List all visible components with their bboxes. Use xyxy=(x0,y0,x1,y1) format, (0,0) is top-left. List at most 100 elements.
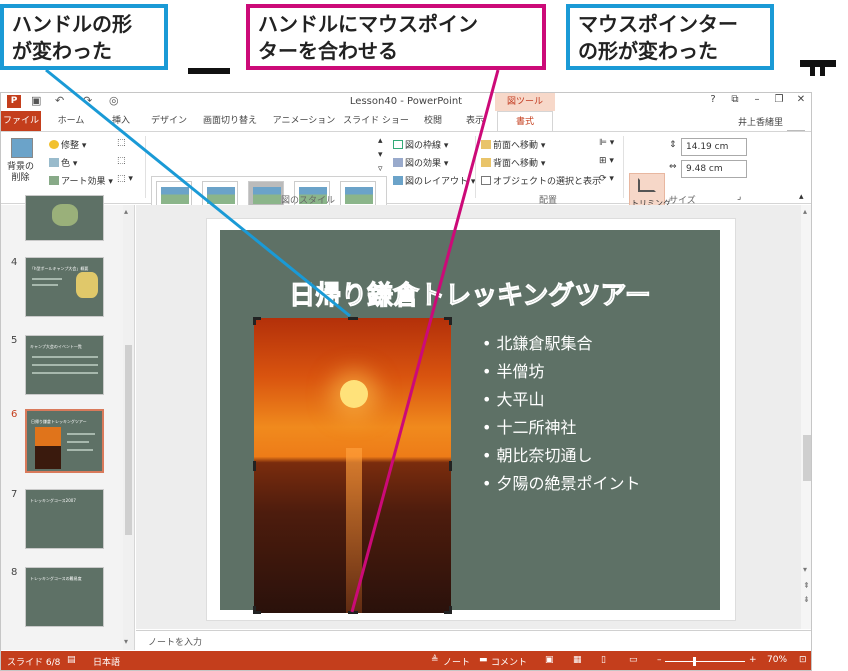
comments-button[interactable]: コメント xyxy=(491,655,527,668)
gallery-scroll-up-icon[interactable]: ▴ xyxy=(378,136,383,146)
tab-slideshow[interactable]: スライド ショー xyxy=(341,111,411,131)
height-icon: ⇕ xyxy=(669,140,677,150)
close-icon[interactable]: ✕ xyxy=(793,94,809,105)
ribbon-display-options-icon[interactable]: ⧉ xyxy=(727,94,743,105)
comments-icon[interactable]: ▬ xyxy=(479,655,488,665)
zoom-slider[interactable] xyxy=(665,661,745,662)
tab-insert[interactable]: 挿入 xyxy=(97,111,145,131)
scroll-thumb[interactable] xyxy=(803,435,811,481)
scroll-up-icon[interactable]: ▴ xyxy=(124,207,128,216)
sun xyxy=(340,380,368,408)
bring-forward-icon xyxy=(481,140,491,149)
tab-animations[interactable]: アニメーション xyxy=(269,111,339,131)
normal-view-icon[interactable]: ▣ xyxy=(545,655,554,665)
help-button[interactable]: ? xyxy=(705,94,721,105)
tab-design[interactable]: デザイン xyxy=(145,111,193,131)
crop-handle-top-left[interactable] xyxy=(253,317,261,325)
tab-review[interactable]: 校閲 xyxy=(413,111,453,131)
bullet-text: 大平山 xyxy=(496,390,545,409)
gallery-scroll-down-icon[interactable]: ▾ xyxy=(378,150,383,160)
height-input[interactable]: 14.19 cm xyxy=(681,138,747,156)
thumbnail-title: 日帰り鎌倉トレッキングツアー xyxy=(31,419,87,424)
zoom-level[interactable]: 70% xyxy=(767,655,787,665)
user-name[interactable]: 井上香緒里 xyxy=(738,115,783,128)
crop-handle-bottom-right[interactable] xyxy=(444,606,452,614)
crop-handle-top[interactable] xyxy=(348,317,358,320)
restore-icon[interactable]: ❐ xyxy=(771,94,787,105)
scroll-thumb[interactable] xyxy=(125,345,132,535)
rotate-icon[interactable]: ⟳ ▾ xyxy=(599,174,614,184)
fit-to-window-icon[interactable]: ⊡ xyxy=(799,655,807,665)
ribbon: 背景の 削除 修整 ▾ 色 ▾ アート効果 ▾ ⬚ ⬚ ⬚ ▾ 調整 ▴ ▾ ▿… xyxy=(1,131,811,225)
slide-thumbnail[interactable]: トレッキングコースの難易度 xyxy=(25,567,104,627)
crop-handle-top-right[interactable] xyxy=(444,317,452,325)
crop-handle-bottom[interactable] xyxy=(348,611,358,614)
slide-thumbnail[interactable]: トレッキングコース2007 xyxy=(25,489,104,549)
selection-pane-button[interactable]: オブジェクトの選択と表示 xyxy=(481,174,601,187)
minimize-icon[interactable]: – xyxy=(749,94,765,105)
language-indicator[interactable]: 日本語 xyxy=(93,655,120,668)
size-dialog-launcher-icon[interactable]: ⌟ xyxy=(737,192,741,202)
reading-view-icon[interactable]: ▯ xyxy=(601,655,606,665)
slide-thumbnail[interactable]: 「h型ポールキャンプ大会」概要 xyxy=(25,257,104,317)
spellcheck-icon[interactable]: ▤ xyxy=(67,655,76,665)
group-icon[interactable]: ⊞ ▾ xyxy=(599,156,614,166)
crop-handle-bottom-left[interactable] xyxy=(253,606,261,614)
tab-home[interactable]: ホーム xyxy=(45,111,97,131)
gallery-more-icon[interactable]: ▿ xyxy=(378,164,383,174)
crop-icon xyxy=(638,178,656,192)
slide-thumbnail[interactable]: キャンプ大会のイベント一覧 xyxy=(25,335,104,395)
zoom-in-icon[interactable]: + xyxy=(749,655,757,665)
thumbnail-image xyxy=(35,427,61,469)
bullet-text: 夕陽の絶景ポイント xyxy=(496,474,641,493)
powerpoint-window: P ▣ ↶ ↷ ◎ Lesson40 - PowerPoint 図ツール ? ⧉… xyxy=(0,92,812,671)
picture-effects-button[interactable]: 図の効果 ▾ xyxy=(393,156,448,169)
tab-file[interactable]: ファイル xyxy=(1,111,41,131)
crop-handle-left[interactable] xyxy=(253,461,256,471)
next-slide-icon[interactable]: ⇟ xyxy=(803,595,810,604)
previous-slide-icon[interactable]: ⇞ xyxy=(803,581,810,590)
collapse-ribbon-icon[interactable]: ▴ xyxy=(799,192,804,202)
thumbnail-scrollbar[interactable]: ▴ ▾ xyxy=(123,205,134,650)
tab-transitions[interactable]: 画面切り替え xyxy=(193,111,267,131)
color-button[interactable]: 色 ▾ xyxy=(49,156,77,169)
bullet-item: • 半僧坊 xyxy=(482,362,545,381)
ribbon-tabs: ファイル ホーム 挿入 デザイン 画面切り替え アニメーション スライド ショー… xyxy=(1,111,811,148)
slide-thumbnail-selected[interactable]: 日帰り鎌倉トレッキングツアー xyxy=(25,409,104,473)
sunset-photo[interactable] xyxy=(253,317,452,614)
slide-thumbnail-3-partial[interactable] xyxy=(25,195,104,241)
width-input[interactable]: 9.48 cm xyxy=(681,160,747,178)
scroll-down-icon[interactable]: ▾ xyxy=(803,565,807,574)
send-backward-button[interactable]: 背面へ移動 ▾ xyxy=(481,156,545,169)
notes-icon[interactable]: ≜ xyxy=(431,655,439,665)
compress-icon[interactable]: ⬚ xyxy=(117,138,126,148)
align-icon[interactable]: ⊫ ▾ xyxy=(599,138,614,148)
remove-background-button[interactable]: 背景の 削除 xyxy=(7,162,34,184)
bring-forward-button[interactable]: 前面へ移動 ▾ xyxy=(481,138,545,151)
bullet-item: • 朝比奈切通し xyxy=(482,446,593,465)
picture-border-button[interactable]: 図の枠線 ▾ xyxy=(393,138,448,151)
corrections-button[interactable]: 修整 ▾ xyxy=(49,138,86,151)
bring-forward-label: 前面へ移動 xyxy=(493,141,539,151)
editor-scrollbar[interactable]: ▴ ▾ ⇞ ⇟ xyxy=(801,205,811,629)
slide-title[interactable]: 日帰り鎌倉トレッキングツアー xyxy=(255,275,685,312)
slideshow-icon[interactable]: ▭ xyxy=(629,655,638,665)
crop-handle-right[interactable] xyxy=(449,461,452,471)
reset-picture-icon[interactable]: ⬚ ▾ xyxy=(117,174,133,184)
sun-icon xyxy=(49,140,59,149)
scroll-down-icon[interactable]: ▾ xyxy=(124,637,128,646)
zoom-out-icon[interactable]: – xyxy=(657,655,662,665)
notes-pane[interactable]: ノートを入力 xyxy=(136,630,811,650)
slide-sorter-icon[interactable]: ▦ xyxy=(573,655,582,665)
zoom-slider-thumb[interactable] xyxy=(693,657,696,666)
notes-button[interactable]: ノート xyxy=(443,655,470,668)
bullet-list[interactable]: • 北鎌倉駅集合 • 半僧坊 • 大平山 • 十二所神社 • 朝比奈切通し • … xyxy=(482,330,641,498)
bullet-item: • 夕陽の絶景ポイント xyxy=(482,474,641,493)
tab-view[interactable]: 表示 xyxy=(455,111,495,131)
artistic-effects-button[interactable]: アート効果 ▾ xyxy=(49,174,113,187)
change-picture-icon[interactable]: ⬚ xyxy=(117,156,126,166)
picture-layout-button[interactable]: 図のレイアウト ▾ xyxy=(393,174,475,187)
bullet-text: 朝比奈切通し xyxy=(496,446,593,465)
tab-format[interactable]: 書式 xyxy=(497,111,553,132)
scroll-up-icon[interactable]: ▴ xyxy=(803,207,807,216)
